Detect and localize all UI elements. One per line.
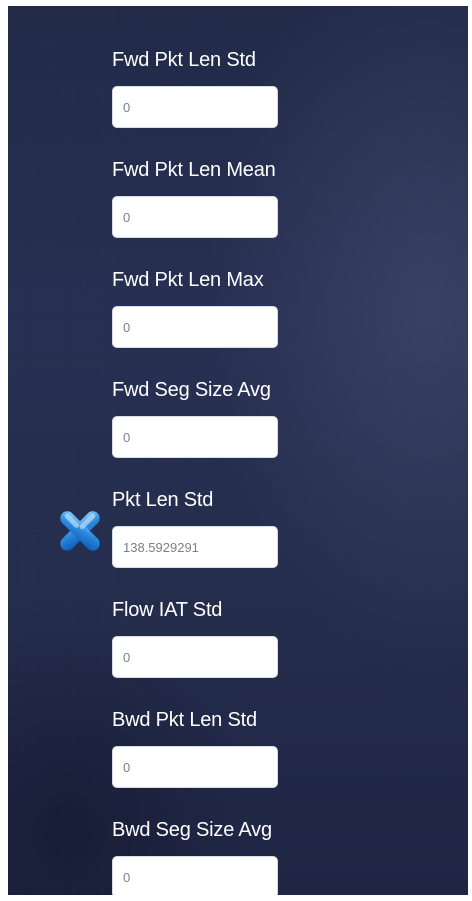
flow-iat-std-input[interactable] [112,636,278,678]
pkt-len-std-input[interactable] [112,526,278,568]
fwd-pkt-len-max-input[interactable] [112,306,278,348]
field-fwd-pkt-len-max: Fwd Pkt Len Max [112,268,412,348]
field-label: Flow IAT Std [112,599,223,621]
field-label: Fwd Seg Size Avg [112,379,271,401]
field-label: Fwd Pkt Len Std [112,49,256,71]
bwd-seg-size-avg-input[interactable] [112,856,278,895]
field-label: Fwd Pkt Len Max [112,269,264,291]
field-fwd-pkt-len-mean: Fwd Pkt Len Mean [112,158,412,238]
field-bwd-seg-size-avg: Bwd Seg Size Avg [112,818,412,895]
fwd-pkt-len-std-input[interactable] [112,86,278,128]
fwd-seg-size-avg-input[interactable] [112,416,278,458]
field-fwd-seg-size-avg: Fwd Seg Size Avg [112,378,412,458]
field-label: Bwd Seg Size Avg [112,819,272,841]
fwd-pkt-len-mean-input[interactable] [112,196,278,238]
field-label: Pkt Len Std [112,489,214,511]
field-bwd-pkt-len-std: Bwd Pkt Len Std [112,708,412,788]
field-flow-iat-std: Flow IAT Std [112,598,412,678]
field-pkt-len-std: Pkt Len Std [112,488,412,568]
field-label: Bwd Pkt Len Std [112,709,257,731]
field-fwd-pkt-len-std: Fwd Pkt Len Std [112,48,412,128]
blue-x-cursor-icon [52,503,108,559]
feature-input-form: Fwd Pkt Len Std Fwd Pkt Len Mean Fwd Pkt… [8,6,468,895]
bwd-pkt-len-std-input[interactable] [112,746,278,788]
field-label: Fwd Pkt Len Mean [112,159,276,181]
